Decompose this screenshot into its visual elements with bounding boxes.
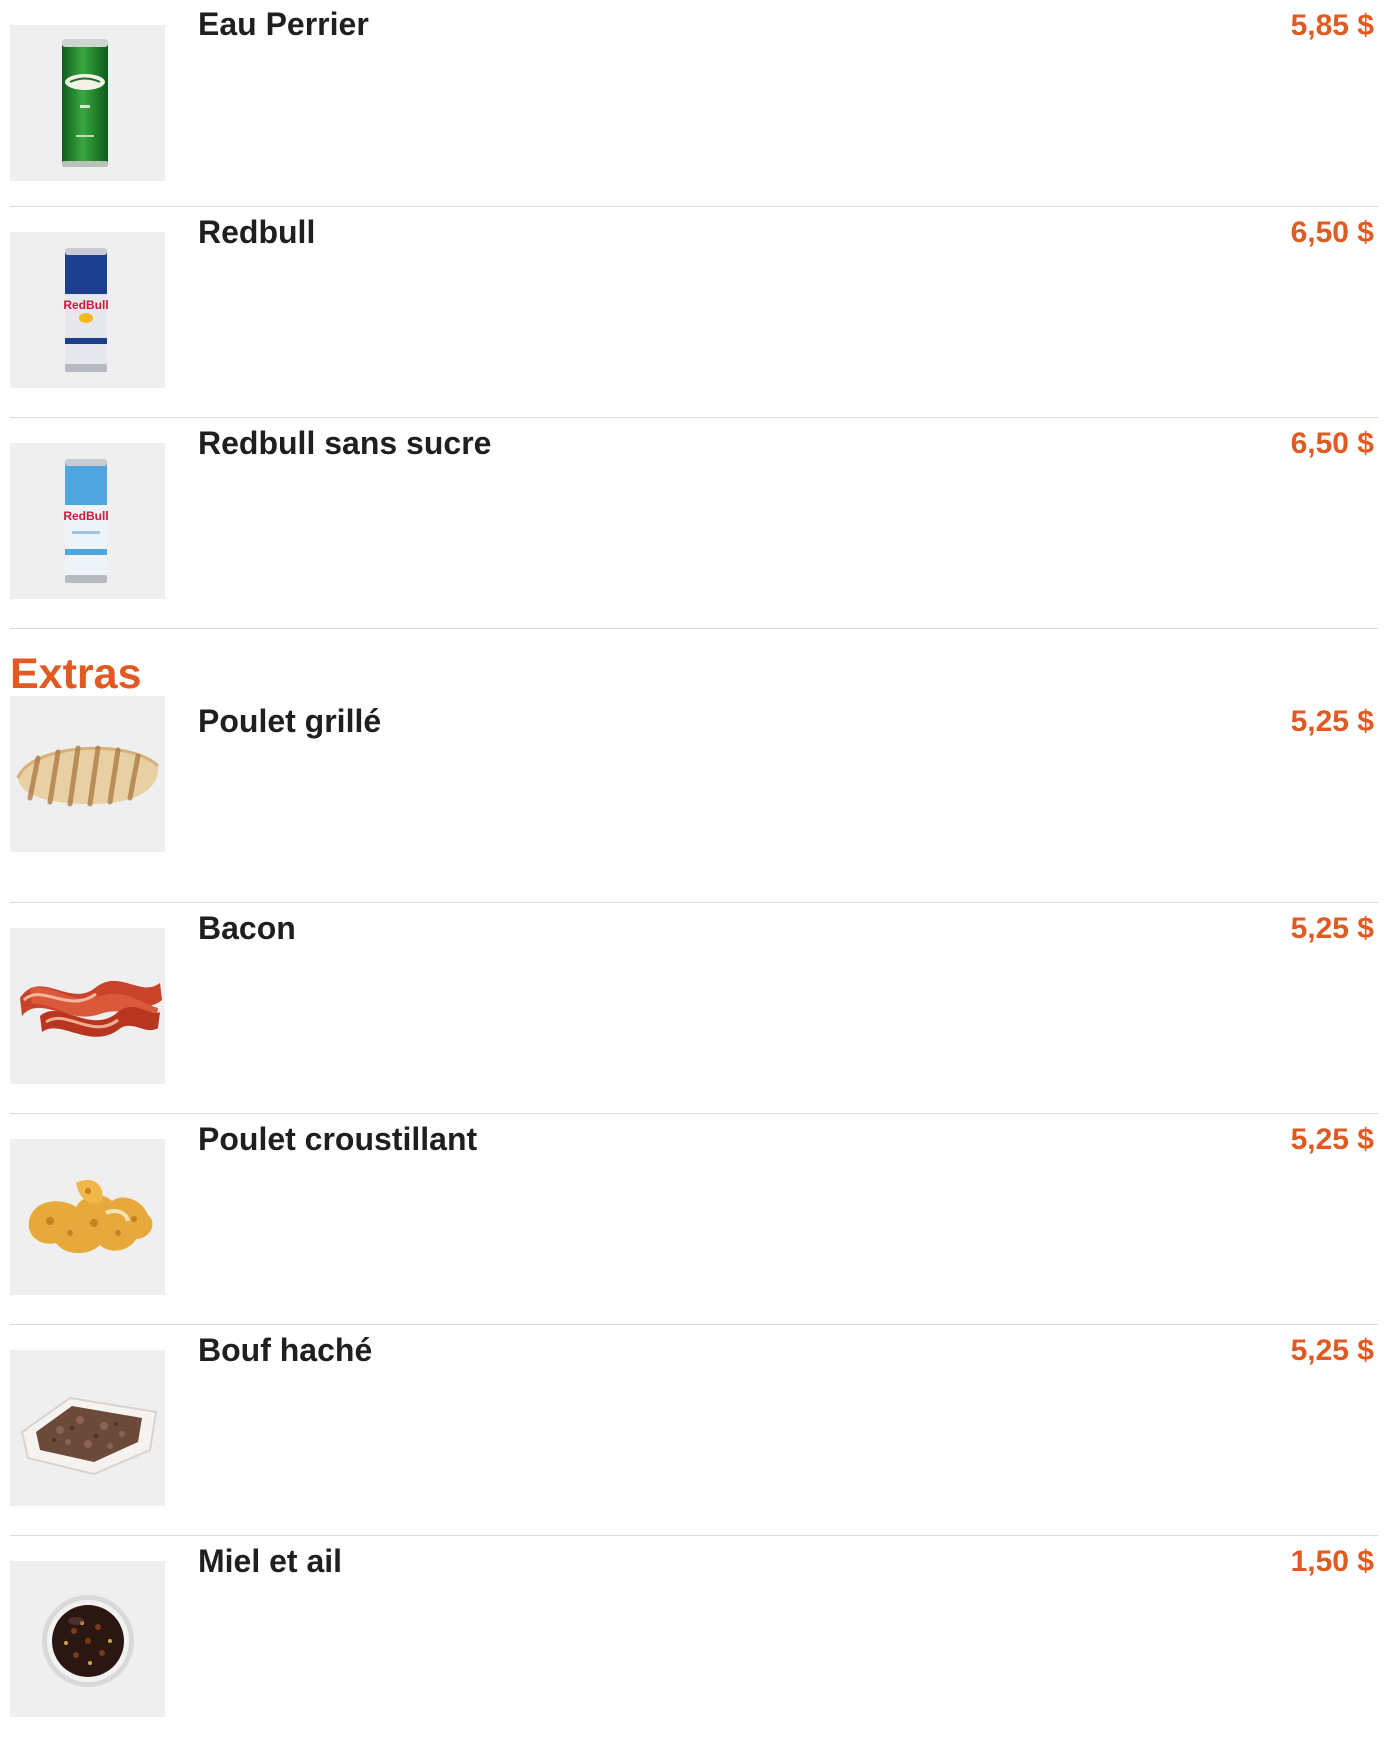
perrier-can-icon <box>62 39 108 167</box>
menu-item-poulet-grille[interactable]: Poulet grillé 5,25 $ <box>10 696 1378 903</box>
item-thumbnail[interactable] <box>10 1561 165 1717</box>
item-thumbnail[interactable]: RedBull <box>10 443 165 599</box>
item-name: Bacon <box>198 910 296 946</box>
menu-item-bouf-hache[interactable]: Bouf haché 5,25 $ <box>10 1325 1378 1536</box>
svg-text:RedBull: RedBull <box>63 298 108 312</box>
item-name: Redbull sans sucre <box>198 425 492 461</box>
svg-text:RedBull: RedBull <box>63 509 108 523</box>
item-name: Miel et ail <box>198 1543 343 1579</box>
item-name: Redbull <box>198 214 316 250</box>
item-name: Poulet grillé <box>198 703 382 739</box>
menu-item-poulet-croustillant[interactable]: Poulet croustillant 5,25 $ <box>10 1114 1378 1325</box>
menu-item-redbull[interactable]: RedBull Redbull 6,50 $ <box>10 207 1378 418</box>
ground-beef-icon <box>20 1396 158 1476</box>
section-title-extras: Extras <box>10 650 142 698</box>
item-price: 6,50 $ <box>1290 427 1374 460</box>
item-thumbnail[interactable] <box>10 696 165 852</box>
item-thumbnail[interactable] <box>10 25 165 181</box>
item-name: Eau Perrier <box>198 6 369 42</box>
bacon-icon <box>20 980 162 1037</box>
item-thumbnail[interactable] <box>10 1350 165 1506</box>
redbull-can-icon: RedBull <box>63 248 109 372</box>
menu-item-miel-et-ail[interactable]: Miel et ail 1,50 $ <box>10 1536 1378 1747</box>
item-price: 5,25 $ <box>1290 1123 1374 1156</box>
menu-item-redbull-sans-sucre[interactable]: RedBull Redbull sans sucre 6,50 $ <box>10 418 1378 629</box>
item-price: 5,85 $ <box>1290 9 1374 42</box>
redbull-sugarfree-can-icon: RedBull <box>63 459 109 583</box>
menu-item-bacon[interactable]: Bacon 5,25 $ <box>10 903 1378 1114</box>
item-price: 1,50 $ <box>1290 1545 1374 1578</box>
honey-garlic-sauce-icon <box>42 1595 134 1687</box>
grilled-chicken-icon <box>16 745 160 807</box>
menu-list: Eau Perrier 5,85 $ RedBull Redbull 6,50 … <box>10 0 1378 1747</box>
item-name: Poulet croustillant <box>198 1121 478 1157</box>
item-thumbnail[interactable]: RedBull <box>10 232 165 388</box>
item-price: 5,25 $ <box>1290 1334 1374 1367</box>
item-price: 5,25 $ <box>1290 705 1374 738</box>
crispy-chicken-icon <box>28 1179 153 1254</box>
menu-item-eau-perrier[interactable]: Eau Perrier 5,85 $ <box>10 0 1378 207</box>
item-thumbnail[interactable] <box>10 928 165 1084</box>
item-price: 5,25 $ <box>1290 912 1374 945</box>
item-price: 6,50 $ <box>1290 216 1374 249</box>
item-thumbnail[interactable] <box>10 1139 165 1295</box>
item-name: Bouf haché <box>198 1332 373 1368</box>
